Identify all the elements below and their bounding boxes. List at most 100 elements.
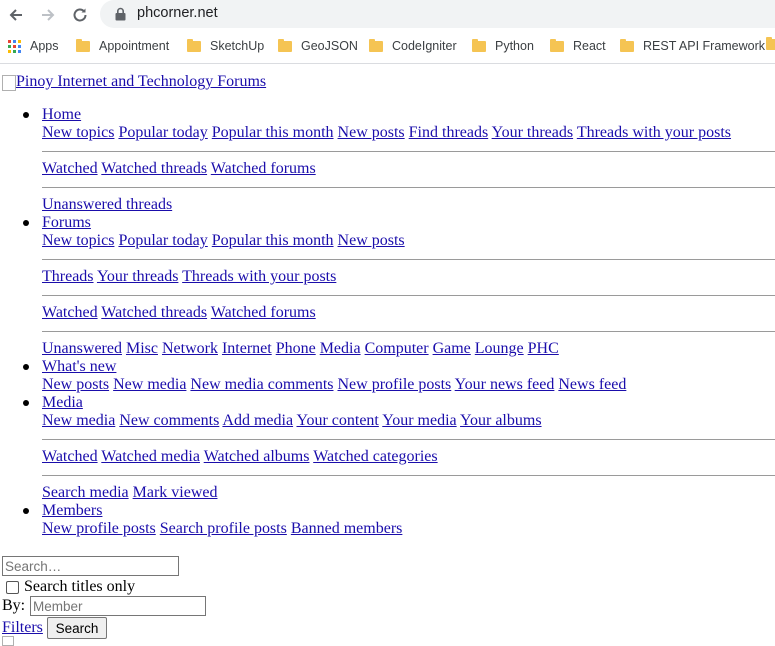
bookmark-react[interactable]: React <box>550 38 606 53</box>
divider <box>42 331 775 332</box>
submenu-link-new-topics[interactable]: New topics <box>42 232 114 249</box>
broken-image-icon <box>2 75 16 91</box>
submenu-link-new-posts[interactable]: New posts <box>338 232 405 249</box>
submenu-link-watched-forums[interactable]: Watched forums <box>211 160 316 177</box>
submenu-link-watched-threads[interactable]: Watched threads <box>101 304 207 321</box>
submenu-link-add-media[interactable]: Add media <box>222 412 293 429</box>
submenu-link-your-albums[interactable]: Your albums <box>460 412 542 429</box>
folder-icon <box>76 38 90 52</box>
submenu-link-news-feed[interactable]: News feed <box>558 376 626 393</box>
submenu-link-media[interactable]: Media <box>320 340 361 357</box>
list-bullet <box>23 508 29 514</box>
submenu-link-popular-this-month[interactable]: Popular this month <box>212 232 334 249</box>
nav-link-forums[interactable]: Forums <box>42 214 91 231</box>
submenu-link-mark-viewed[interactable]: Mark viewed <box>133 484 218 501</box>
folder-icon <box>620 38 634 52</box>
search-button[interactable]: Search <box>47 617 107 639</box>
nav-link-members[interactable]: Members <box>42 502 102 519</box>
submenu-link-search-profile-posts[interactable]: Search profile posts <box>160 520 287 537</box>
submenu-link-lounge[interactable]: Lounge <box>475 340 524 357</box>
nav-link-what-s-new[interactable]: What's new <box>42 358 116 375</box>
forward-button[interactable] <box>37 4 59 26</box>
submenu-row: Unanswered threads <box>42 196 775 214</box>
submenu-link-network[interactable]: Network <box>162 340 218 357</box>
submenu-link-your-content[interactable]: Your content <box>296 412 378 429</box>
submenu-link-new-media[interactable]: New media <box>42 412 115 429</box>
submenu-link-new-posts[interactable]: New posts <box>338 124 405 141</box>
reload-icon <box>73 8 87 22</box>
submenu-link-banned-members[interactable]: Banned members <box>291 520 403 537</box>
submenu-link-popular-today[interactable]: Popular today <box>118 124 207 141</box>
browser-chrome: phcorner.net Apps Appointment SketchUp G… <box>0 0 775 66</box>
submenu-link-new-profile-posts[interactable]: New profile posts <box>338 376 452 393</box>
nav-item-home: Home New topics Popular today Popular thi… <box>0 106 775 214</box>
bookmark-codeigniter[interactable]: CodeIgniter <box>369 38 457 53</box>
submenu-link-game[interactable]: Game <box>433 340 471 357</box>
nav-link-media[interactable]: Media <box>42 394 83 411</box>
submenu-link-threads-with-your-posts[interactable]: Threads with your posts <box>182 268 336 285</box>
submenu-link-watched[interactable]: Watched <box>42 448 98 465</box>
submenu-link-unanswered-threads[interactable]: Unanswered threads <box>42 196 172 213</box>
bookmark-sketchup[interactable]: SketchUp <box>187 38 264 53</box>
submenu-row: Watched Watched threads Watched forums <box>42 160 775 178</box>
address-bar[interactable]: phcorner.net <box>100 0 775 28</box>
divider <box>42 187 775 188</box>
apps-grid-icon <box>8 39 21 53</box>
divider <box>42 151 775 152</box>
by-label: By: <box>2 597 26 614</box>
bookmark-apps[interactable]: Apps <box>8 39 59 53</box>
submenu-link-new-profile-posts[interactable]: New profile posts <box>42 520 156 537</box>
submenu-link-misc[interactable]: Misc <box>126 340 158 357</box>
divider <box>42 259 775 260</box>
submenu-link-new-media[interactable]: New media <box>113 376 186 393</box>
main-navigation: Home New topics Popular today Popular thi… <box>0 106 775 538</box>
back-button[interactable] <box>5 4 27 26</box>
submenu-link-computer[interactable]: Computer <box>365 340 429 357</box>
nav-link-home[interactable]: Home <box>42 106 81 123</box>
submenu-link-phc[interactable]: PHC <box>528 340 559 357</box>
search-input[interactable] <box>2 556 179 576</box>
forward-arrow-icon <box>42 9 55 21</box>
submenu-link-new-posts[interactable]: New posts <box>42 376 109 393</box>
submenu-link-your-threads[interactable]: Your threads <box>97 268 178 285</box>
submenu-link-new-comments[interactable]: New comments <box>119 412 219 429</box>
search-titles-only-checkbox[interactable] <box>6 580 19 594</box>
submenu-link-watched-forums[interactable]: Watched forums <box>211 304 316 321</box>
submenu-link-popular-this-month[interactable]: Popular this month <box>212 124 334 141</box>
bookmark-label: CodeIgniter <box>392 39 457 53</box>
submenu-link-search-media[interactable]: Search media <box>42 484 129 501</box>
list-bullet <box>23 400 29 406</box>
submenu-link-watched-media[interactable]: Watched media <box>101 448 200 465</box>
submenu-link-your-media[interactable]: Your media <box>382 412 456 429</box>
bookmark-rest-api-framework[interactable]: REST API Framework <box>620 38 765 53</box>
divider <box>42 295 775 296</box>
back-arrow-icon <box>9 9 22 21</box>
submenu-link-threads[interactable]: Threads <box>42 268 94 285</box>
member-input[interactable] <box>30 596 206 616</box>
submenu-link-watched-threads[interactable]: Watched threads <box>101 160 207 177</box>
site-logo-link[interactable]: Pinoy Internet and Technology Forums <box>2 73 266 91</box>
submenu-link-watched-categories[interactable]: Watched categories <box>313 448 437 465</box>
submenu-link-threads-with-your-posts[interactable]: Threads with your posts <box>577 124 731 141</box>
address-row: phcorner.net <box>0 0 775 29</box>
bookmark-appointment[interactable]: Appointment <box>76 38 169 53</box>
submenu-link-find-threads[interactable]: Find threads <box>409 124 489 141</box>
submenu-link-watched-albums[interactable]: Watched albums <box>204 448 310 465</box>
submenu-link-internet[interactable]: Internet <box>222 340 272 357</box>
filters-link[interactable]: Filters <box>2 619 43 637</box>
bookmark-geojson[interactable]: GeoJSON <box>278 38 358 53</box>
list-bullet <box>23 112 29 118</box>
submenu-link-new-topics[interactable]: New topics <box>42 124 114 141</box>
submenu-link-phone[interactable]: Phone <box>276 340 316 357</box>
submenu-link-your-threads[interactable]: Your threads <box>492 124 573 141</box>
reload-button[interactable] <box>69 4 91 26</box>
submenu-link-unanswered[interactable]: Unanswered <box>42 340 122 357</box>
lock-icon <box>115 7 126 21</box>
bookmark-overflow[interactable] <box>766 37 775 50</box>
submenu-link-your-news-feed[interactable]: Your news feed <box>455 376 555 393</box>
submenu-link-popular-today[interactable]: Popular today <box>118 232 207 249</box>
submenu-link-watched[interactable]: Watched <box>42 304 98 321</box>
submenu-link-new-media-comments[interactable]: New media comments <box>190 376 333 393</box>
bookmark-python[interactable]: Python <box>472 38 534 53</box>
submenu-link-watched[interactable]: Watched <box>42 160 98 177</box>
